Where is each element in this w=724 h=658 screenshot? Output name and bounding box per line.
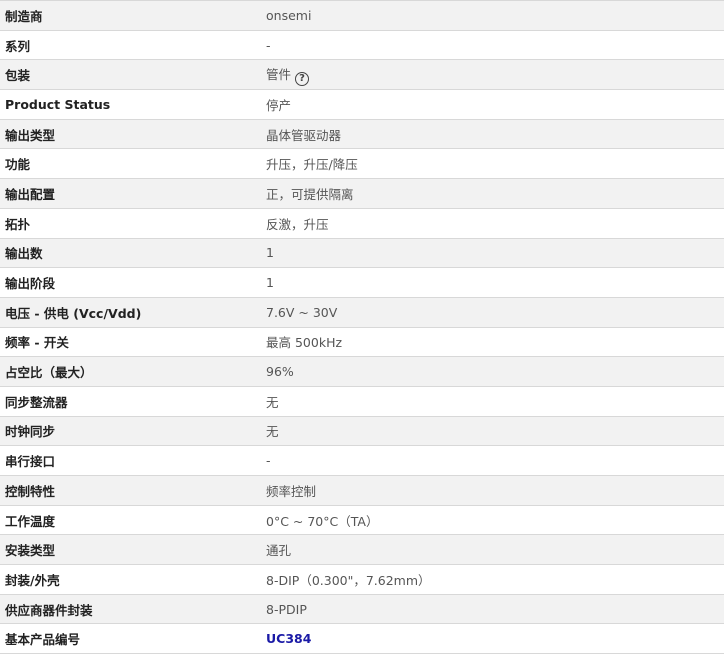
attribute-label: 频率 - 开关 <box>0 327 260 358</box>
attribute-value: 正，可提供隔离 <box>260 178 724 209</box>
attribute-value-cell: 管件? <box>260 59 724 91</box>
attribute-value: 96% <box>260 356 724 387</box>
attribute-label: 输出数 <box>0 238 260 269</box>
attribute-value: - <box>260 30 724 61</box>
table-row: 电压 - 供电 (Vcc/Vdd) 7.6V ~ 30V <box>0 297 724 328</box>
attribute-value: 7.6V ~ 30V <box>260 297 724 328</box>
attribute-label: 功能 <box>0 148 260 180</box>
attribute-value: 无 <box>260 386 724 417</box>
table-row: 安装类型 通孔 <box>0 534 724 566</box>
attribute-label: 同步整流器 <box>0 386 260 417</box>
table-row: 工作温度 0°C ~ 70°C（TA） <box>0 505 724 536</box>
attribute-value: 0°C ~ 70°C（TA） <box>260 505 724 536</box>
attribute-value: 反激，升压 <box>260 208 724 239</box>
attribute-value: 最高 500kHz <box>260 327 724 358</box>
table-row: 时钟同步 无 <box>0 416 724 447</box>
attribute-label: 供应商器件封装 <box>0 594 260 625</box>
attribute-value-cell: UC384 <box>260 623 724 655</box>
attribute-label: 输出配置 <box>0 178 260 209</box>
table-row: 输出类型 晶体管驱动器 <box>0 119 724 150</box>
attribute-label: 时钟同步 <box>0 416 260 447</box>
table-row: 输出阶段 1 <box>0 267 724 298</box>
table-row: 系列 - <box>0 30 724 61</box>
attribute-label: 输出阶段 <box>0 267 260 298</box>
attribute-label: 制造商 <box>0 0 260 31</box>
table-row: 包装 管件? <box>0 59 724 91</box>
base-product-number-link[interactable]: UC384 <box>266 631 311 646</box>
attribute-value: 升压，升压/降压 <box>260 148 724 180</box>
question-circle-icon[interactable]: ? <box>295 71 310 86</box>
table-row: 控制特性 频率控制 <box>0 475 724 506</box>
attribute-value: 无 <box>260 416 724 447</box>
table-row: 频率 - 开关 最高 500kHz <box>0 327 724 358</box>
table-row: 同步整流器 无 <box>0 386 724 417</box>
attribute-label: 控制特性 <box>0 475 260 506</box>
attribute-value: 停产 <box>260 89 724 120</box>
attribute-label: 拓扑 <box>0 208 260 239</box>
attribute-label: 占空比（最大） <box>0 356 260 387</box>
table-row: 串行接口 - <box>0 445 724 476</box>
table-row: 供应商器件封装 8-PDIP <box>0 594 724 625</box>
attribute-value: 频率控制 <box>260 475 724 506</box>
table-row: 输出配置 正，可提供隔离 <box>0 178 724 209</box>
product-attributes-table: 制造商 onsemi 系列 - 包装 管件? Product Status 停产… <box>0 0 724 655</box>
attribute-label: 工作温度 <box>0 505 260 536</box>
attribute-label: 输出类型 <box>0 119 260 150</box>
table-row: 功能 升压，升压/降压 <box>0 148 724 180</box>
attribute-value: 8-DIP（0.300"，7.62mm） <box>260 564 724 595</box>
table-row: Product Status 停产 <box>0 89 724 120</box>
attribute-label: 串行接口 <box>0 445 260 476</box>
table-row: 基本产品编号 UC384 <box>0 623 724 655</box>
attribute-value: 晶体管驱动器 <box>260 119 724 150</box>
attribute-value: onsemi <box>260 0 724 31</box>
table-row: 输出数 1 <box>0 238 724 269</box>
table-row: 封装/外壳 8-DIP（0.300"，7.62mm） <box>0 564 724 595</box>
attribute-value: 管件 <box>266 66 292 82</box>
attribute-label: 封装/外壳 <box>0 564 260 595</box>
attribute-label: 包装 <box>0 59 260 91</box>
attribute-label: 电压 - 供电 (Vcc/Vdd) <box>0 297 260 328</box>
attribute-value: 1 <box>260 238 724 269</box>
attribute-value: 1 <box>260 267 724 298</box>
table-row: 占空比（最大） 96% <box>0 356 724 387</box>
table-row: 拓扑 反激，升压 <box>0 208 724 239</box>
attribute-value: - <box>260 445 724 476</box>
attribute-label: 系列 <box>0 30 260 61</box>
attribute-label: Product Status <box>0 89 260 120</box>
attribute-value: 8-PDIP <box>260 594 724 625</box>
attribute-label: 基本产品编号 <box>0 623 260 655</box>
table-row: 制造商 onsemi <box>0 0 724 31</box>
attribute-label: 安装类型 <box>0 534 260 566</box>
attribute-value: 通孔 <box>260 534 724 566</box>
